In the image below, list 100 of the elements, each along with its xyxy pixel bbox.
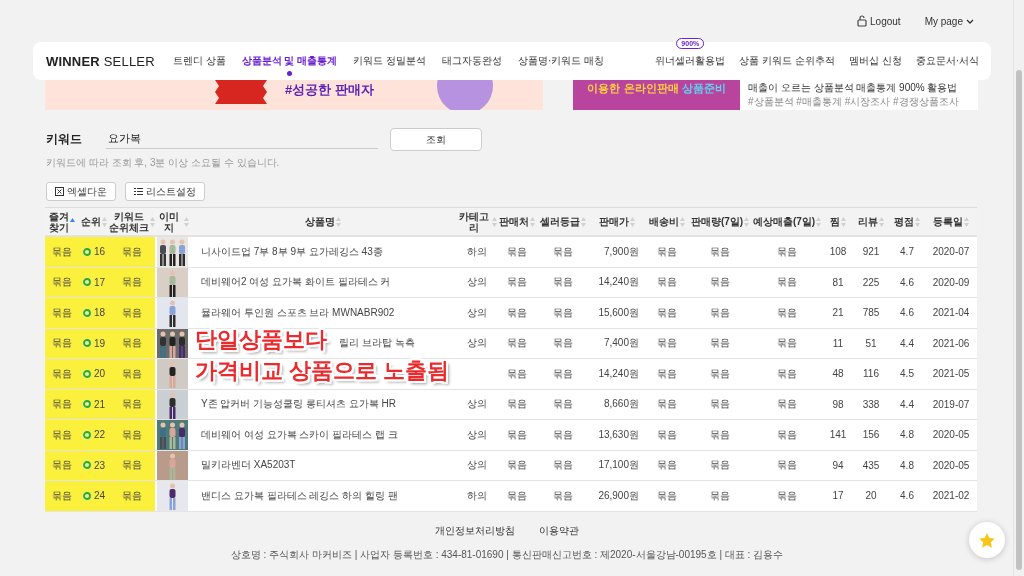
company-info: 상호명 : 주식회사 마커비즈 | 사업자 등록번호 : 434-81-01690 | 통신판매신고번호 : 제2020-서울강남-00195호 | 대표 : 김용수 (230, 547, 784, 562)
column-header[interactable]: 이미지 (155, 210, 183, 233)
table-cell: 묶음 (710, 336, 730, 351)
table-cell: 14,240원 (598, 275, 639, 290)
list-settings-button[interactable]: 리스트설정 (125, 182, 205, 201)
nav-link[interactable]: 멤버십 신청 (848, 42, 902, 80)
caption-text: 단일상품보다 (195, 326, 327, 354)
lock-icon (857, 15, 868, 27)
product-name[interactable]: 데비웨어 여성 요가복 스카이 필라테스 랩 크 (201, 427, 398, 442)
table-cell: 하의 (467, 488, 487, 503)
table-cell: 81 (832, 276, 844, 288)
product-name[interactable]: 밴디스 요가복 필라테스 레깅스 하의 힐링 팬 (201, 488, 398, 503)
table-cell: 51 (865, 337, 877, 349)
column-header[interactable]: 키워드 순위체크 (109, 210, 149, 233)
footer-link[interactable]: 이용약관 (539, 523, 579, 538)
table-cell: 225 (862, 276, 880, 288)
table-cell: 4.7 (900, 246, 914, 258)
my-page-menu[interactable]: My page (924, 15, 974, 27)
table-cell: 2021-05 (932, 368, 970, 380)
table-cell: 4.5 (900, 368, 914, 380)
table-cell: 435 (862, 459, 880, 471)
table-cell: 묶음 (710, 488, 730, 503)
banner-tags: #상품분석 #매출통계 #시장조사 #경쟁상품조사 (748, 96, 978, 108)
column-header[interactable]: 찜 (830, 216, 840, 227)
column-header[interactable]: 상품명 (305, 216, 335, 227)
table-cell: 묶음 (777, 275, 797, 290)
nav-tab[interactable]: 태그자동완성 (441, 42, 502, 80)
column-header[interactable]: 판매가 (599, 216, 629, 227)
table-cell: 상의 (467, 427, 487, 442)
rank-icon (82, 246, 92, 257)
table-cell: 상의 (467, 336, 487, 351)
column-header[interactable]: 즐겨찾기 (49, 210, 69, 233)
column-header[interactable]: 판매처 (499, 216, 529, 227)
product-name[interactable]: 뮬라웨어 투인원 스포츠 브라 MWNABR902 (201, 305, 395, 320)
table-cell: 15,600원 (598, 305, 639, 320)
table-cell: 묶음 (553, 427, 573, 442)
column-header[interactable]: 평점 (894, 216, 914, 227)
product-name[interactable]: Y존 압커버 기능성쿨링 롱티셔츠 요가복 HR (201, 397, 396, 412)
table-cell: 묶음 (657, 427, 677, 442)
table-cell: 묶음 (777, 366, 797, 381)
table-cell: 묶음 (553, 488, 573, 503)
table-cell: 묶음 (777, 305, 797, 320)
nav-link[interactable]: 중요문서·서식 (915, 42, 979, 80)
column-header[interactable]: 리뷰 (858, 216, 878, 227)
table-cell: 묶음 (507, 366, 527, 381)
logo[interactable]: WINNER SELLER (46, 53, 155, 69)
table-cell: 묶음 (657, 458, 677, 473)
table-cell: 17 (832, 490, 844, 502)
table-cell: 묶음 (710, 427, 730, 442)
column-header[interactable]: 등록일 (933, 216, 963, 227)
table-cell: 묶음 (507, 275, 527, 290)
product-name[interactable]: 밀키라벤더 XA5203T (201, 458, 296, 473)
table-cell: 묶음 (553, 244, 573, 259)
product-name[interactable]: 니사이드업 7부 8부 9부 요가레깅스 43종 (201, 244, 383, 259)
nav-tab[interactable]: 상품분석 및 매출통계 (241, 42, 338, 80)
scrollbar-thumb[interactable] (1016, 70, 1022, 570)
table-cell: 묶음 (553, 458, 573, 473)
table-cell: 묶음 (657, 488, 677, 503)
table-cell: 8,660원 (603, 397, 639, 412)
logout-link[interactable]: Logout (857, 15, 901, 27)
banner[interactable]: #성공한 판매자 (45, 80, 543, 110)
nav-link[interactable]: 상품 키워드 순위추적 (739, 42, 835, 80)
rank-number: 19 (94, 337, 106, 349)
table-cell: 94 (832, 459, 844, 471)
table-cell: 785 (862, 307, 880, 319)
column-header[interactable]: 판매량(7일) (690, 216, 744, 227)
table-cell: 2021-02 (932, 490, 970, 502)
rank-number: 21 (94, 398, 106, 410)
table-cell: 108 (829, 246, 847, 258)
search-button[interactable]: 조회 (390, 128, 482, 151)
table-cell: 묶음 (507, 336, 527, 351)
table-cell: 묶음 (710, 244, 730, 259)
column-header[interactable]: 순위 (81, 216, 101, 227)
caption-text: 가격비교 상품으로 노출됨 (195, 357, 450, 385)
rank-icon (82, 338, 92, 349)
table-cell: 상의 (467, 305, 487, 320)
table-cell: 묶음 (777, 427, 797, 442)
table-cell: 26,900원 (598, 488, 639, 503)
banner-text: #성공한 판매자 (285, 81, 374, 99)
table-cell: 141 (829, 429, 847, 441)
table-cell: 2021-06 (932, 337, 970, 349)
rank-icon (82, 277, 92, 288)
rank-icon (82, 399, 92, 410)
favorites-button[interactable] (969, 522, 1005, 558)
product-name[interactable]: 릴리 브라탑 녹측 (339, 336, 415, 351)
column-header[interactable]: 예상매출(7일) (752, 216, 816, 227)
column-header[interactable]: 배송비 (649, 216, 679, 227)
column-header[interactable]: 카테고리 (457, 210, 491, 233)
footer-link[interactable]: 개인정보처리방침 (435, 523, 515, 538)
excel-download-button[interactable]: 엑셀다운 (46, 182, 116, 201)
table-cell: 14,240원 (598, 366, 639, 381)
product-name[interactable]: 데비웨어2 여성 요가복 화이트 필라테스 커 (201, 275, 391, 290)
nav-tab[interactable]: 상품명·키워드 매칭 (517, 42, 605, 80)
table-cell: 338 (862, 398, 880, 410)
column-header[interactable]: 셀러등급 (540, 216, 580, 227)
table-cell: 묶음 (657, 336, 677, 351)
table-cell: 묶음 (657, 275, 677, 290)
nav-tab[interactable]: 키워드 정밀분석 (353, 42, 426, 80)
keyword-field[interactable]: 요가복 (106, 130, 378, 149)
nav-tab[interactable]: 트렌디 상품 (172, 42, 226, 80)
